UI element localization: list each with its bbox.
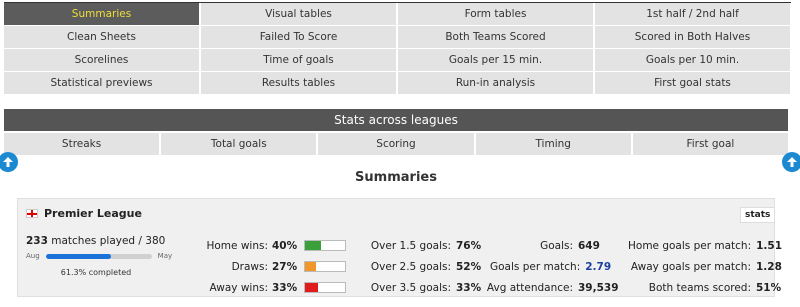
matches-played-text: matches played / 380 [47,235,166,247]
result-bar-fill [305,283,319,292]
nav-form-tables[interactable]: Form tables [398,3,594,25]
tab-first-goal[interactable]: First goal [632,133,788,155]
tab-timing[interactable]: Timing [475,133,631,155]
tab-total-goals[interactable]: Total goals [161,133,317,155]
nav-results-tables[interactable]: Results tables [201,72,397,94]
tab-streaks[interactable]: Streaks [4,133,160,155]
result-label: Home wins: [206,239,268,252]
stat-value: 51% [756,281,782,294]
league-name[interactable]: Premier League [44,207,142,220]
stat-label: Over 2.5 goals: [370,260,451,273]
nav-clean-sheets[interactable]: Clean Sheets [4,26,200,48]
away-wins-row: Away wins: 33% [176,277,346,298]
goals-row: Goals: 649 [490,235,614,256]
season-progress: 233 matches played / 380 Aug May 61.3% c… [26,235,176,277]
result-value: 33% [272,281,298,294]
stat-value: 76% [456,239,482,252]
result-value: 40% [272,239,298,252]
home-wins-row: Home wins: 40% [176,235,346,256]
result-label: Draws: [231,260,268,273]
stat-label: Over 1.5 goals: [370,239,451,252]
progress-start-label: Aug [26,252,40,260]
goals-column: Goals: 649 Goals per match: 2.79 Avg atten… [486,235,619,298]
stats-nav-grid: Summaries Visual tables Form tables 1st … [4,2,791,94]
stat-value: 39,539 [578,281,619,294]
scroll-up-left-button[interactable] [0,152,18,172]
arrow-up-icon [787,157,797,167]
completed-text: 61.3% completed [60,268,132,277]
nav-scorelines[interactable]: Scorelines [4,49,200,71]
results-column: Home wins: 40% Draws: 27% Away wins: 33% [176,235,346,298]
stat-value: 33% [456,281,482,294]
btts-row: Both teams scored: 51% [628,277,786,298]
stat-label: Home goals per match: [628,239,752,252]
draws-row: Draws: 27% [176,256,346,277]
over-2-5-row: Over 2.5 goals: 52% [348,256,482,277]
progress-fill [45,253,111,259]
league-header: Premier League [26,207,142,220]
goals-per-match-row: Goals per match: 2.79 [490,256,614,277]
stat-value: 2.79 [585,260,612,273]
avg-attendance-row: Avg attendance: 39,539 [486,277,619,298]
stat-value: 1.51 [756,239,783,252]
progress-row: Aug May [26,252,176,260]
nav-time-of-goals[interactable]: Time of goals [201,49,397,71]
overs-column: Over 1.5 goals: 76% Over 2.5 goals: 52% Ov… [348,235,482,298]
stat-label: Goals: [540,239,573,252]
stat-label: Over 3.5 goals: [370,281,451,294]
nav-failed-to-score[interactable]: Failed To Score [201,26,397,48]
stat-value: 649 [578,239,600,252]
stat-label: Goals per match: [490,260,581,273]
nav-run-in-analysis[interactable]: Run-in analysis [398,72,594,94]
england-flag-icon [26,209,38,218]
scroll-up-right-button[interactable] [782,152,800,172]
league-summary-panel: Premier League stats 233 matches played … [17,198,782,298]
result-bar [304,261,346,272]
nav-statistical-previews[interactable]: Statistical previews [4,72,200,94]
stat-label: Both teams scored: [648,281,751,294]
stat-label: Avg attendance: [486,281,573,294]
nav-both-teams-scored[interactable]: Both Teams Scored [398,26,594,48]
stat-value: 52% [456,260,482,273]
stat-label: Away goals per match: [630,260,751,273]
matches-played-count: 233 [26,235,48,247]
result-bar [304,282,346,293]
stats-link-button[interactable]: stats [740,207,776,223]
result-bar-fill [305,241,321,250]
nav-goals-per-15[interactable]: Goals per 15 min. [398,49,594,71]
result-bar-fill [305,262,316,271]
home-goals-row: Home goals per match: 1.51 [628,235,786,256]
home-away-column: Home goals per match: 1.51 Away goals per… [628,235,786,298]
progress-end-label: May [157,252,173,260]
over-3-5-row: Over 3.5 goals: 33% [348,277,482,298]
away-goals-row: Away goals per match: 1.28 [628,256,786,277]
stat-value: 1.28 [756,260,782,273]
matches-played: 233 matches played / 380 [26,235,176,247]
nav-summaries[interactable]: Summaries [4,3,200,25]
arrow-up-icon [3,157,13,167]
stats-across-leagues-header: Stats across leagues [4,109,788,131]
result-value: 27% [272,260,298,273]
nav-scored-both-halves[interactable]: Scored in Both Halves [595,26,791,48]
page-title: Summaries [355,170,437,185]
over-1-5-row: Over 1.5 goals: 76% [348,235,482,256]
result-label: Away wins: [209,281,269,294]
stats-across-tabs: Streaks Total goals Scoring Timing First… [4,133,788,155]
nav-goals-per-10[interactable]: Goals per 10 min. [595,49,791,71]
result-bar [304,240,346,251]
nav-first-goal-stats[interactable]: First goal stats [595,72,791,94]
progress-track [45,253,152,259]
nav-halves[interactable]: 1st half / 2nd half [595,3,791,25]
tab-scoring[interactable]: Scoring [318,133,474,155]
nav-visual-tables[interactable]: Visual tables [201,3,397,25]
